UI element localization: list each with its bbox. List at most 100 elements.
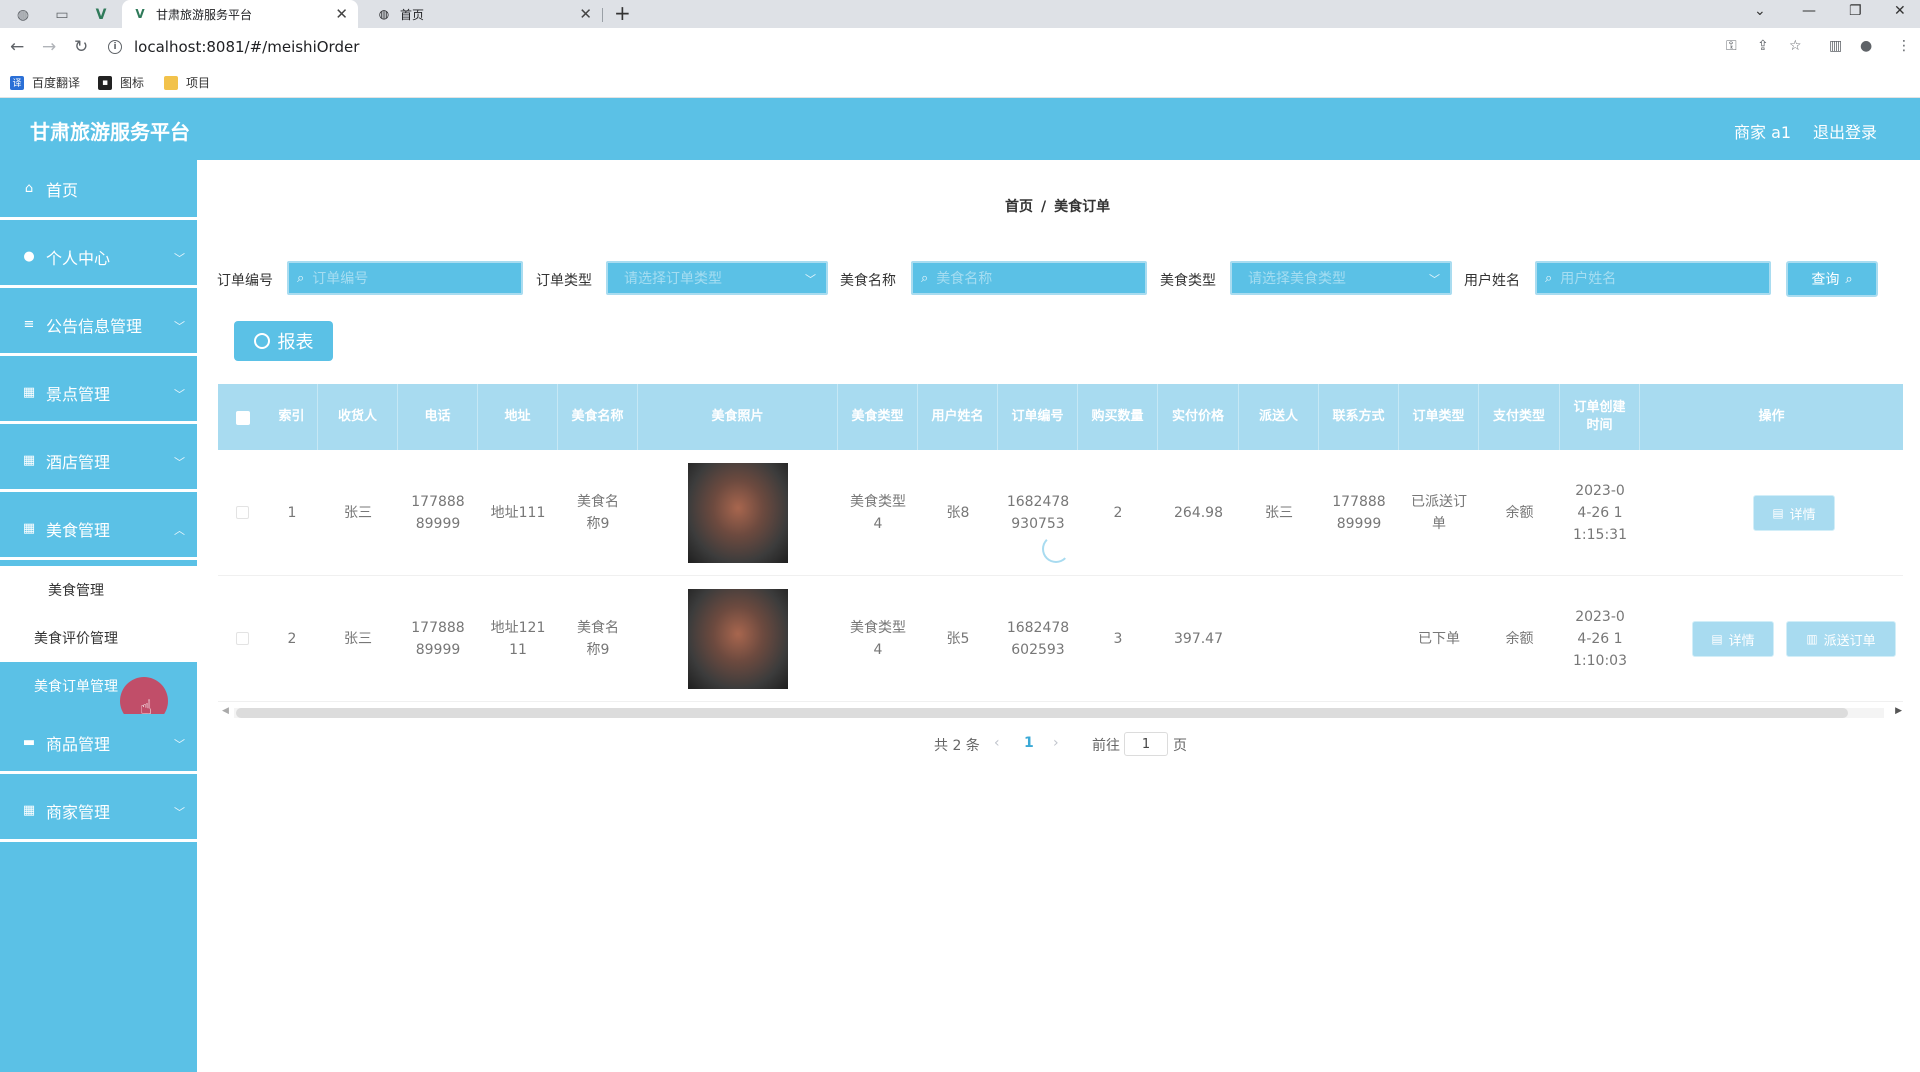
query-button[interactable]: 查询 ⌕	[1786, 261, 1878, 297]
pinned-tab-blank-icon[interactable]: ▭	[47, 4, 77, 26]
pinned-tab-globe-icon[interactable]: ◍	[8, 4, 38, 26]
url-field[interactable]: i localhost:8081/#/meishiOrder	[108, 32, 1708, 62]
close-tab-icon[interactable]: ✕	[335, 5, 348, 23]
share-icon[interactable]: ⇪	[1757, 38, 1769, 54]
sidebar-item-home[interactable]: ⌂ 首页	[0, 160, 197, 220]
new-tab-icon[interactable]: +	[614, 1, 631, 25]
tab-title: 甘肃旅游服务平台	[156, 7, 253, 22]
restore-icon[interactable]: ❐	[1849, 3, 1862, 19]
star-icon[interactable]: ☆	[1789, 38, 1802, 54]
th-price: 实付价格	[1158, 384, 1239, 450]
tab-home[interactable]: ◍ 首页 ✕	[366, 0, 602, 28]
user-name-input[interactable]: ⌕ 用户姓名	[1535, 261, 1771, 295]
row-checkbox[interactable]	[236, 632, 249, 645]
grid-icon: ▦	[22, 453, 36, 468]
url-text: localhost:8081/#/meishiOrder	[134, 38, 360, 56]
chat-icon: ▬	[22, 735, 36, 750]
dispatch-order-button[interactable]: ▥ 派送订单	[1786, 621, 1896, 657]
th-qty: 购买数量	[1078, 384, 1158, 450]
food-name-input[interactable]: ⌕ 美食名称	[911, 261, 1147, 295]
sidebar-subitem-food-review[interactable]: 美食评价管理	[0, 614, 197, 662]
cell-user: 张5	[946, 631, 970, 647]
sidebar-item-merchant[interactable]: ▦ 商家管理 ﹀	[0, 782, 197, 842]
profile-avatar-icon[interactable]: ●	[1860, 38, 1872, 54]
sidebar-item-goods[interactable]: ▬ 商品管理 ﹀	[0, 714, 197, 774]
bookmarks-bar: 译 百度翻译 ▪ 图标 项目	[0, 66, 1920, 98]
report-button[interactable]: 报表	[234, 321, 333, 361]
user-name-placeholder: 用户姓名	[1560, 271, 1617, 287]
site-info-icon[interactable]: i	[108, 40, 122, 54]
sidebar-subitem-food-manage[interactable]: 美食管理	[0, 566, 197, 614]
scroll-left-icon[interactable]: ◀	[222, 706, 229, 716]
tab-gansu-platform[interactable]: V 甘肃旅游服务平台 ✕	[122, 0, 358, 28]
order-no-placeholder: 订单编号	[312, 271, 369, 287]
cell-food-photo	[638, 576, 838, 702]
dispatch-label: 派送订单	[1823, 633, 1876, 649]
subitem-label: 美食订单管理	[34, 679, 118, 695]
order-no-input[interactable]: ⌕ 订单编号	[287, 261, 523, 295]
grid-icon: ▦	[22, 521, 36, 536]
sidebar-item-hotel[interactable]: ▦ 酒店管理 ﹀	[0, 432, 197, 492]
cell-address: 地址12111	[490, 620, 546, 658]
cell-phone: 17788889999	[411, 620, 465, 658]
bookmark-baidu-translate[interactable]: 译 百度翻译	[10, 74, 80, 91]
bookmark-icons[interactable]: ▪ 图标	[98, 74, 144, 91]
cell-food-name: 美食名称9	[577, 494, 619, 532]
minimize-icon[interactable]: —	[1802, 3, 1816, 19]
order-type-select[interactable]: 请选择订单类型 ﹀	[606, 261, 828, 295]
select-all-checkbox[interactable]	[236, 411, 250, 425]
cell-created: 2023-04-26 11:15:31	[1573, 483, 1627, 543]
browser-tab-bar: ◍ ▭ V V 甘肃旅游服务平台 ✕ ◍ 首页 ✕ + ⌄ — ❐ ✕	[0, 0, 1920, 28]
back-arrow-icon[interactable]: ←	[10, 37, 24, 57]
book-icon: ▥	[1806, 632, 1818, 646]
detail-button[interactable]: ▤ 详情	[1692, 621, 1774, 657]
sidebar-item-label: 个人中心	[46, 248, 111, 268]
th-food-photo: 美食照片	[638, 384, 838, 450]
sidebar-item-scenic[interactable]: ▦ 景点管理 ﹀	[0, 364, 197, 424]
next-page-icon[interactable]: ›	[1053, 735, 1059, 751]
chevron-up-icon: ︿	[174, 524, 185, 537]
row-checkbox[interactable]	[236, 506, 249, 519]
translate-icon: 译	[10, 75, 24, 90]
logout-link[interactable]: 退出登录	[1813, 119, 1877, 143]
pagination-page-input[interactable]: 1	[1124, 732, 1168, 756]
table-horizontal-scrollbar[interactable]: ◀ ▶	[222, 706, 1902, 720]
sidebar-item-label: 商品管理	[46, 734, 111, 754]
report-label: 报表	[277, 332, 314, 353]
close-tab-icon[interactable]: ✕	[579, 5, 592, 23]
food-photo-image[interactable]	[688, 589, 788, 689]
pagination-current-page[interactable]: 1	[1024, 735, 1034, 751]
breadcrumb-home[interactable]: 首页	[1005, 199, 1033, 215]
sidebar-item-notice[interactable]: ≡ 公告信息管理 ﹀	[0, 296, 197, 356]
th-food-type: 美食类型	[838, 384, 918, 450]
pinned-tab-vue-icon[interactable]: V	[86, 4, 116, 26]
chevron-down-icon: ﹀	[174, 320, 185, 333]
th-actions: 操作	[1758, 409, 1785, 424]
grid-icon: ▦	[22, 385, 36, 400]
chevron-down-icon: ﹀	[174, 388, 185, 401]
forward-arrow-icon[interactable]: →	[42, 37, 56, 57]
cell-qty: 3	[1113, 631, 1123, 647]
image-icon: ▪	[98, 75, 112, 90]
cell-food-type: 美食类型4	[850, 494, 906, 532]
food-type-select[interactable]: 请选择美食类型 ﹀	[1230, 261, 1452, 295]
subitem-label: 美食评价管理	[34, 631, 118, 647]
cell-courier: 张三	[1265, 505, 1293, 521]
key-icon[interactable]: ⚿	[1726, 38, 1737, 54]
close-window-icon[interactable]: ✕	[1894, 3, 1906, 19]
cell-pay-type: 余额	[1505, 505, 1534, 521]
search-icon: ⌕	[921, 270, 929, 286]
kebab-menu-icon[interactable]: ⋮	[1897, 38, 1911, 54]
bookmark-project[interactable]: 项目	[164, 74, 210, 91]
prev-page-icon[interactable]: ‹	[994, 735, 1000, 751]
detail-button[interactable]: ▤ 详情	[1753, 495, 1835, 531]
tab-separator	[602, 8, 603, 22]
food-photo-image[interactable]	[688, 463, 788, 563]
reload-icon[interactable]: ↻	[74, 37, 88, 57]
tab-search-chevron-icon[interactable]: ⌄	[1754, 3, 1766, 19]
sidebar-item-food[interactable]: ▦ 美食管理 ︿	[0, 500, 197, 560]
scrollbar-thumb[interactable]	[236, 708, 1848, 718]
scroll-right-icon[interactable]: ▶	[1895, 706, 1902, 716]
sidebar-item-personal-center[interactable]: ● 个人中心 ﹀	[0, 228, 197, 288]
side-panel-icon[interactable]: ▥	[1829, 38, 1842, 54]
